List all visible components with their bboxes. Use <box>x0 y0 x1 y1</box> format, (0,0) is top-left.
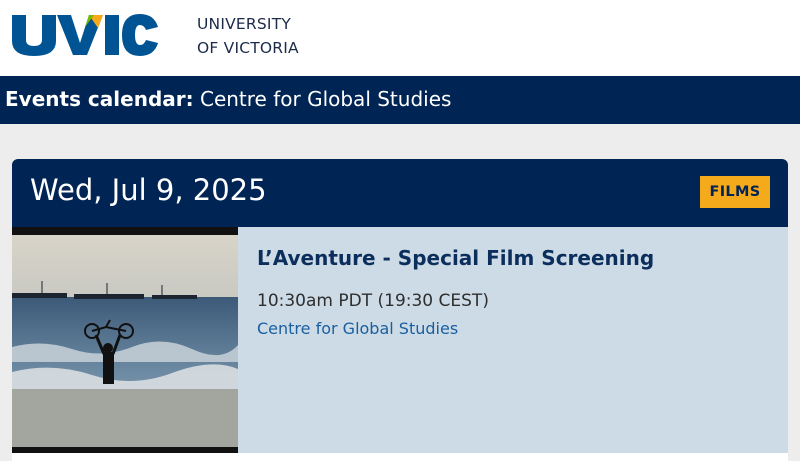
event-organizer-link[interactable]: Centre for Global Studies <box>257 319 458 338</box>
event-card-body: L’Aventure - Special Film Screening 10:3… <box>12 227 788 453</box>
page-title-label: Events calendar: <box>5 87 194 111</box>
university-line-2: OF VICTORIA <box>197 39 299 57</box>
event-card-footer <box>12 453 788 461</box>
event-date: Wed, Jul 9, 2025 <box>30 173 267 207</box>
university-name: UNIVERSITY OF VICTORIA <box>197 12 299 60</box>
site-header: UNIVERSITY OF VICTORIA <box>0 0 800 76</box>
event-card-header: Wed, Jul 9, 2025 FILMS <box>12 159 788 227</box>
category-badge[interactable]: FILMS <box>700 176 770 208</box>
event-time: 10:30am PDT (19:30 CEST) <box>257 291 489 311</box>
event-image[interactable] <box>12 227 238 453</box>
page-title: Events calendar: Centre for Global Studi… <box>5 87 451 111</box>
event-card: Wed, Jul 9, 2025 FILMS L’Aventure - Spec… <box>12 159 788 461</box>
page-title-text: Centre for Global Studies <box>199 87 452 111</box>
beach-cyclist-photo-icon <box>12 227 238 453</box>
page-title-bar: Events calendar: Centre for Global Studi… <box>0 76 800 124</box>
event-title-link[interactable]: L’Aventure - Special Film Screening <box>257 246 654 270</box>
uvic-logo[interactable] <box>10 13 160 57</box>
uvic-logo-icon <box>12 14 158 56</box>
university-line-1: UNIVERSITY <box>197 15 292 33</box>
